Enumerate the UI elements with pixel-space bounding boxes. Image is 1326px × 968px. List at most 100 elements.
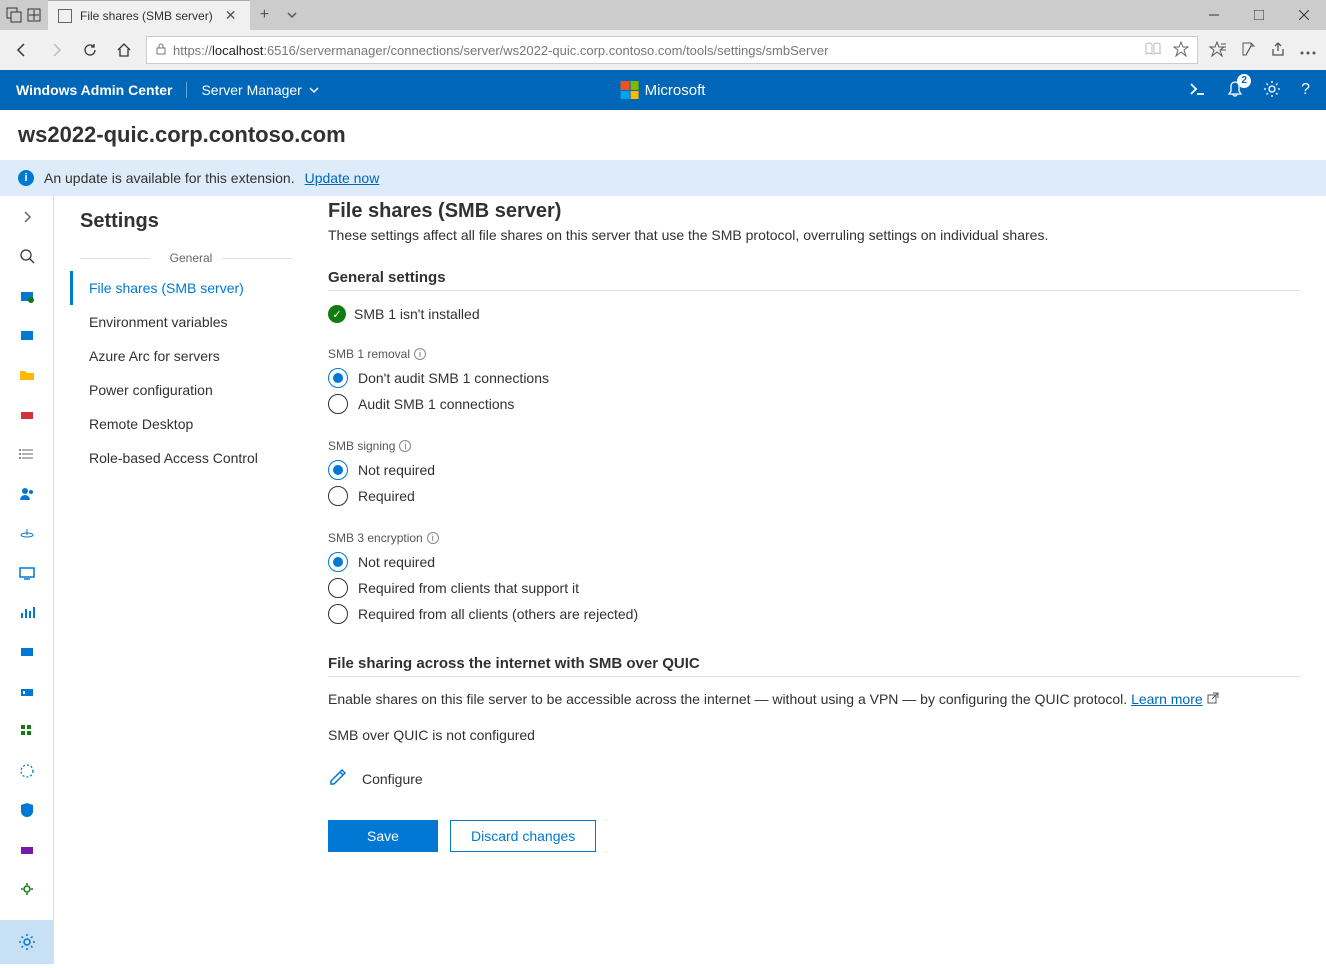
new-tab-button[interactable]: + (250, 0, 278, 30)
home-button[interactable] (112, 38, 136, 62)
rail-files-icon[interactable] (17, 366, 37, 384)
rail-users-icon[interactable] (17, 485, 37, 503)
tab-close-icon[interactable]: ✕ (221, 7, 241, 24)
learn-more-link[interactable]: Learn more (1131, 691, 1203, 707)
forward-button[interactable] (44, 38, 68, 62)
save-button[interactable]: Save (328, 820, 438, 852)
smb-signing-group: Not required Required (328, 457, 1300, 509)
smb1-status-text: SMB 1 isn't installed (354, 306, 480, 322)
settings-gear-icon[interactable] (1263, 80, 1281, 101)
tab-title: File shares (SMB server) (80, 9, 213, 23)
microsoft-logo: Microsoft (621, 81, 706, 99)
share-icon[interactable] (1270, 41, 1286, 60)
wac-header: Windows Admin Center Server Manager Micr… (0, 70, 1326, 110)
browser-tab[interactable]: File shares (SMB server) ✕ (48, 0, 250, 30)
window-icon-restore[interactable] (26, 7, 42, 23)
rail-registry-icon[interactable] (17, 683, 37, 701)
radio-dont-audit[interactable]: Don't audit SMB 1 connections (328, 365, 1300, 391)
radio-signing-not-required[interactable]: Not required (328, 457, 1300, 483)
general-settings-heading: General settings (328, 269, 1300, 291)
radio-signing-required[interactable]: Required (328, 483, 1300, 509)
favorites-icon[interactable] (1208, 41, 1226, 60)
nav-item-rbac[interactable]: Role-based Access Control (70, 441, 302, 475)
rail-search-icon[interactable] (17, 248, 37, 266)
rail-grid-icon[interactable] (17, 722, 37, 740)
update-now-link[interactable]: Update now (305, 170, 380, 186)
server-name-heading: ws2022-quic.corp.contoso.com (18, 122, 1308, 148)
rail-azure-icon[interactable] (17, 327, 37, 345)
window-minimize-button[interactable] (1191, 0, 1236, 30)
radio-enc-supported[interactable]: Required from clients that support it (328, 575, 1300, 601)
rail-overview-icon[interactable] (17, 287, 37, 305)
info-icon[interactable]: i (399, 440, 411, 452)
breadcrumb[interactable]: Server Manager (187, 82, 319, 98)
configure-button[interactable]: Configure (328, 767, 1300, 790)
rail-settings-active[interactable] (0, 920, 53, 964)
window-close-button[interactable] (1281, 0, 1326, 30)
nav-item-azure-arc[interactable]: Azure Arc for servers (70, 339, 302, 373)
nav-item-file-shares[interactable]: File shares (SMB server) (70, 271, 302, 305)
smb3-encryption-label: SMB 3 encryption i (328, 531, 1300, 545)
smb-signing-label: SMB signing i (328, 439, 1300, 453)
nav-item-env-vars[interactable]: Environment variables (70, 305, 302, 339)
check-icon: ✓ (328, 305, 346, 323)
notifications-icon[interactable]: 2 (1227, 80, 1243, 101)
help-icon[interactable]: ? (1301, 81, 1310, 99)
smb1-removal-group: Don't audit SMB 1 connections Audit SMB … (328, 365, 1300, 417)
discard-button[interactable]: Discard changes (450, 820, 596, 852)
external-link-icon (1207, 691, 1219, 707)
tab-favicon (58, 9, 72, 23)
banner-text: An update is available for this extensio… (44, 170, 295, 186)
tab-list-chevron-icon[interactable] (278, 0, 306, 30)
rail-app-icon[interactable] (17, 643, 37, 661)
info-icon: i (18, 170, 34, 186)
rail-circle-icon[interactable] (17, 762, 37, 780)
page-title-bar: ws2022-quic.corp.contoso.com (0, 110, 1326, 160)
quic-description: Enable shares on this file server to be … (328, 691, 1300, 707)
more-icon[interactable] (1300, 42, 1316, 58)
refresh-button[interactable] (78, 38, 102, 62)
rail-perf-icon[interactable] (17, 604, 37, 622)
smb1-status-row: ✓ SMB 1 isn't installed (328, 305, 1300, 323)
rail-chevron-icon[interactable] (17, 208, 37, 226)
window-icon-cascade[interactable] (6, 7, 22, 23)
settings-heading: Settings (80, 210, 302, 233)
rail-cert-icon[interactable] (17, 406, 37, 424)
radio-audit[interactable]: Audit SMB 1 connections (328, 391, 1300, 417)
action-buttons: Save Discard changes (328, 820, 1300, 852)
rail-list-icon[interactable] (17, 445, 37, 463)
chevron-down-icon (308, 84, 320, 96)
quic-status-text: SMB over QUIC is not configured (328, 727, 1300, 743)
smb1-removal-label: SMB 1 removal i (328, 347, 1300, 361)
content-subtitle: These settings affect all file shares on… (328, 227, 1300, 243)
content-title: File shares (SMB server) (328, 200, 1300, 223)
notification-badge: 2 (1237, 74, 1251, 88)
quic-heading: File sharing across the internet with SM… (328, 655, 1300, 677)
info-icon[interactable]: i (427, 532, 439, 544)
rail-network-icon[interactable] (17, 525, 37, 543)
window-maximize-button[interactable] (1236, 0, 1281, 30)
nav-item-remote-desktop[interactable]: Remote Desktop (70, 407, 302, 441)
radio-enc-not-required[interactable]: Not required (328, 549, 1300, 575)
rail-services-icon[interactable] (17, 841, 37, 859)
app-title[interactable]: Windows Admin Center (16, 82, 187, 98)
lock-icon (155, 42, 167, 58)
notes-icon[interactable] (1240, 41, 1256, 60)
update-banner: i An update is available for this extens… (0, 160, 1326, 196)
favorite-star-icon[interactable] (1173, 41, 1189, 60)
back-button[interactable] (10, 38, 34, 62)
window-title-bar: File shares (SMB server) ✕ + (0, 0, 1326, 30)
rail-shield-icon[interactable] (17, 801, 37, 819)
tool-rail (0, 196, 54, 964)
browser-toolbar: https://localhost:6516/servermanager/con… (0, 30, 1326, 70)
rail-monitor-icon[interactable] (17, 564, 37, 582)
nav-item-power[interactable]: Power configuration (70, 373, 302, 407)
address-bar[interactable]: https://localhost:6516/servermanager/con… (146, 36, 1198, 64)
settings-nav: Settings General File shares (SMB server… (54, 196, 302, 964)
rail-gear-green-icon[interactable] (17, 881, 37, 899)
radio-enc-all[interactable]: Required from all clients (others are re… (328, 601, 1300, 627)
powershell-icon[interactable] (1189, 82, 1207, 99)
reading-view-icon[interactable] (1145, 42, 1161, 59)
info-icon[interactable]: i (414, 348, 426, 360)
url-text: https://localhost:6516/servermanager/con… (173, 43, 1139, 58)
